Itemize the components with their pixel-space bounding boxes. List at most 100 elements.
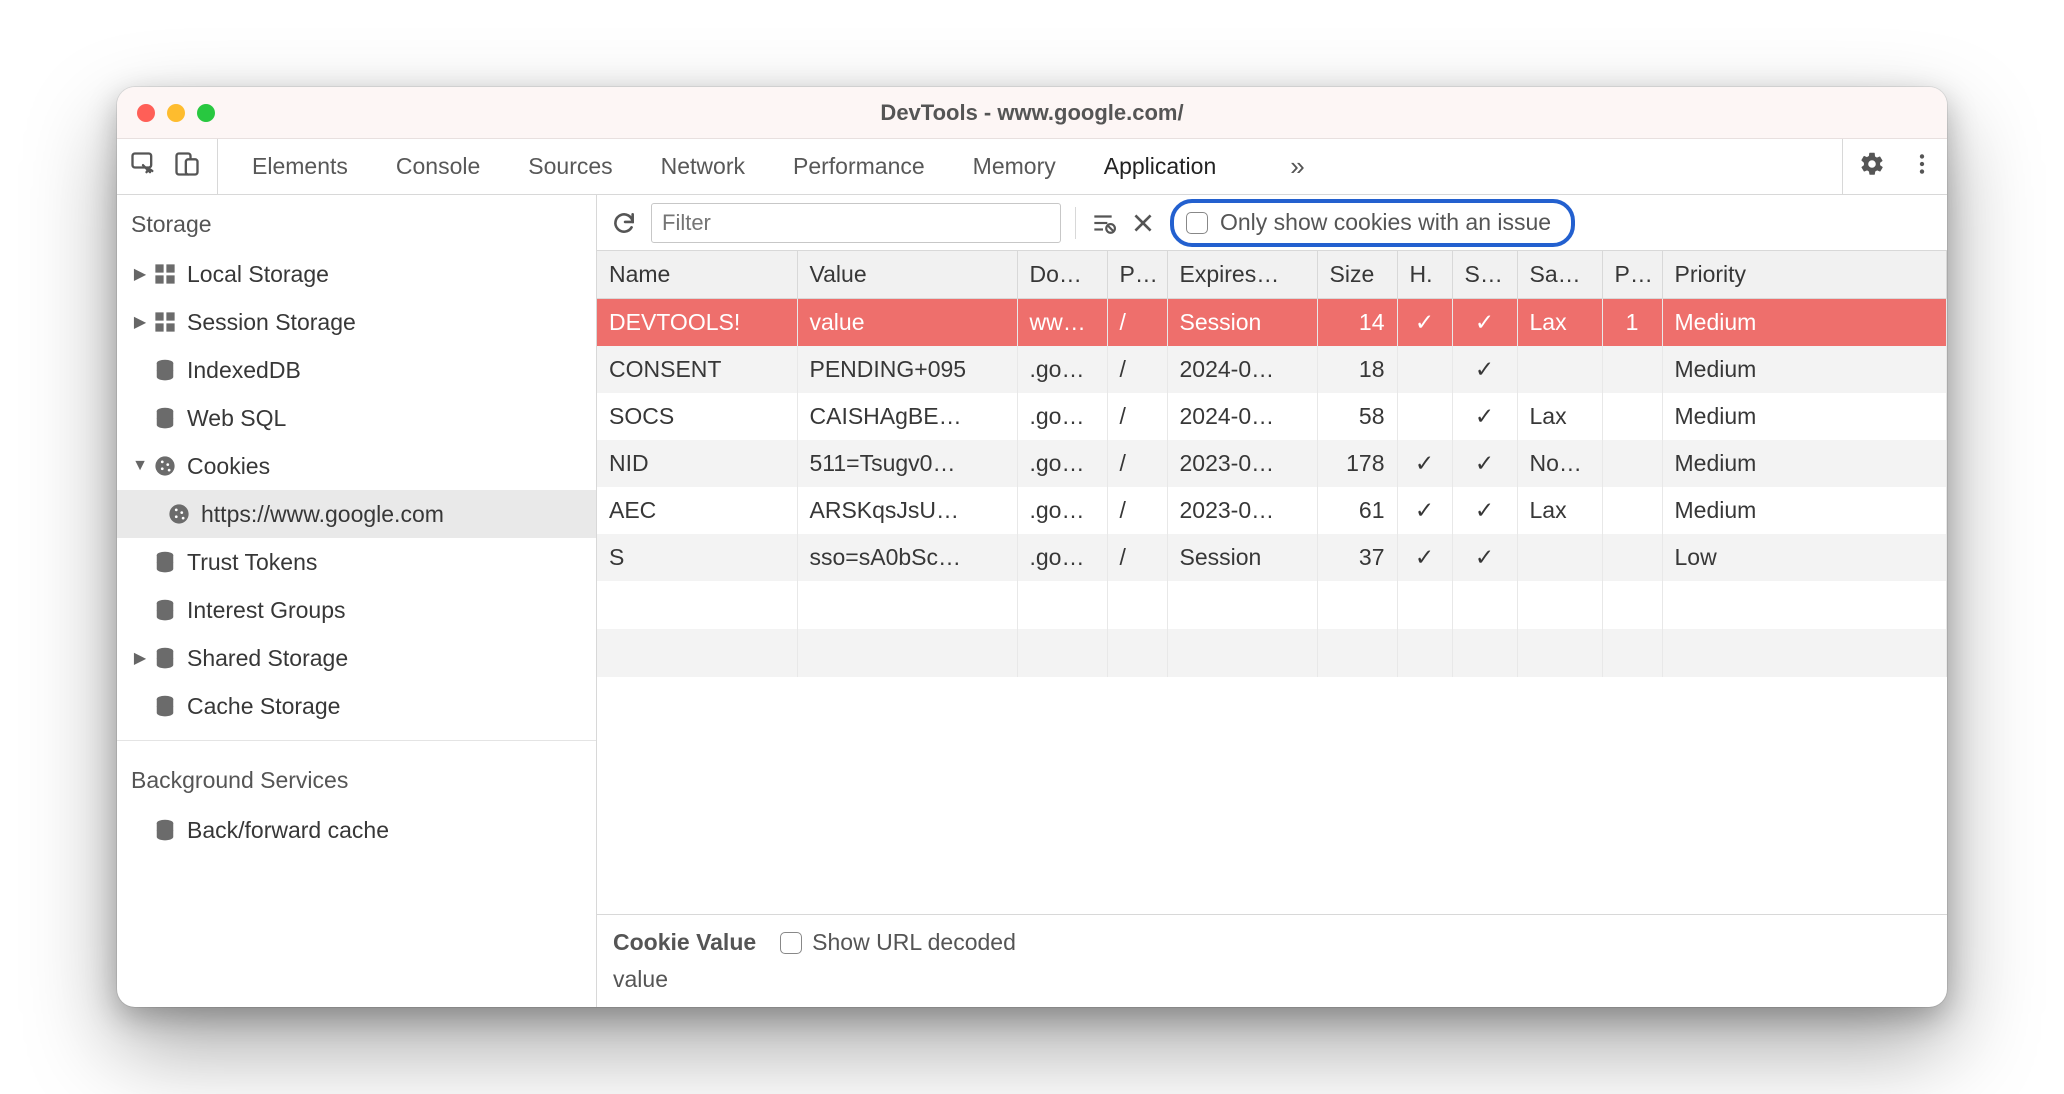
cell-priority: Medium <box>1662 487 1947 534</box>
cell-expires: Session <box>1167 299 1317 347</box>
more-menu-icon[interactable] <box>1909 151 1935 182</box>
col-expires[interactable]: Expires… <box>1167 251 1317 299</box>
chevron-right-icon: ▶ <box>131 312 149 332</box>
cell-size: 58 <box>1317 393 1397 440</box>
col-name[interactable]: Name <box>597 251 797 299</box>
cell-size: 37 <box>1317 534 1397 581</box>
cell-value: PENDING+095 <box>797 346 1017 393</box>
sidebar-item-label: IndexedDB <box>187 357 301 384</box>
tab-performance[interactable]: Performance <box>789 153 929 180</box>
sidebar-item-session-storage[interactable]: ▶ Session Storage <box>117 298 596 346</box>
table-row[interactable]: Ssso=sA0bSc….go…/Session37✓✓Low <box>597 534 1947 581</box>
cell-httponly <box>1397 346 1452 393</box>
cell-samesite: Lax <box>1517 487 1602 534</box>
tab-sources[interactable]: Sources <box>524 153 616 180</box>
sidebar-item-shared-storage[interactable]: ▶ Shared Storage <box>117 634 596 682</box>
cell-name: DEVTOOLS! <box>597 299 797 347</box>
col-secure[interactable]: S… <box>1452 251 1517 299</box>
sidebar-item-label: Session Storage <box>187 309 356 336</box>
cookie-detail-panel: Cookie Value Show URL decoded value <box>597 914 1947 1007</box>
cell-name: S <box>597 534 797 581</box>
sidebar-item-interest-groups[interactable]: Interest Groups <box>117 586 596 634</box>
database-icon <box>153 406 177 430</box>
only-issues-label: Only show cookies with an issue <box>1220 209 1551 236</box>
table-row[interactable]: SOCSCAISHAgBE….go…/2024-0…58✓LaxMedium <box>597 393 1947 440</box>
col-value[interactable]: Value <box>797 251 1017 299</box>
sidebar-item-label: https://www.google.com <box>201 501 444 528</box>
grid-icon <box>153 310 177 334</box>
clear-all-button[interactable] <box>1090 210 1116 236</box>
show-url-decoded-checkbox[interactable] <box>780 932 802 954</box>
cell-path: / <box>1107 487 1167 534</box>
cell-priority: Medium <box>1662 440 1947 487</box>
cell-value: CAISHAgBE… <box>797 393 1017 440</box>
cell-samesite <box>1517 534 1602 581</box>
col-priority[interactable]: Priority <box>1662 251 1947 299</box>
sidebar-item-cookie-origin[interactable]: https://www.google.com <box>117 490 596 538</box>
sidebar-item-label: Local Storage <box>187 261 329 288</box>
cookie-icon <box>153 454 177 478</box>
table-row-empty <box>597 581 1947 629</box>
only-issues-checkbox[interactable] <box>1186 212 1208 234</box>
only-issues-highlight: Only show cookies with an issue <box>1170 199 1575 247</box>
col-party[interactable]: P… <box>1602 251 1662 299</box>
refresh-button[interactable] <box>611 210 637 236</box>
tab-network[interactable]: Network <box>657 153 749 180</box>
settings-icon[interactable] <box>1859 151 1885 182</box>
delete-selected-button[interactable] <box>1130 210 1156 236</box>
sidebar-item-indexeddb[interactable]: IndexedDB <box>117 346 596 394</box>
cell-samesite <box>1517 346 1602 393</box>
table-row[interactable]: NID511=Tsugv0….go…/2023-0…178✓✓No…Medium <box>597 440 1947 487</box>
col-path[interactable]: P… <box>1107 251 1167 299</box>
sidebar-item-trust-tokens[interactable]: Trust Tokens <box>117 538 596 586</box>
cell-expires: Session <box>1167 534 1317 581</box>
sidebar-item-bfcache[interactable]: Back/forward cache <box>117 806 596 854</box>
cell-domain: .go… <box>1017 534 1107 581</box>
cell-size: 18 <box>1317 346 1397 393</box>
tabs-overflow-button[interactable]: » <box>1290 151 1304 182</box>
table-row[interactable]: CONSENTPENDING+095.go…/2024-0…18✓Medium <box>597 346 1947 393</box>
cell-samesite: Lax <box>1517 393 1602 440</box>
main-panel: Only show cookies with an issue Name Val… <box>597 195 1947 1007</box>
maximize-window-button[interactable] <box>197 104 215 122</box>
table-row[interactable]: DEVTOOLS!valueww…/Session14✓✓Lax1Medium <box>597 299 1947 347</box>
close-window-button[interactable] <box>137 104 155 122</box>
devtools-window: DevTools - www.google.com/ Elements Cons… <box>117 87 1947 1007</box>
table-row[interactable]: AECARSKqsJsU….go…/2023-0…61✓✓LaxMedium <box>597 487 1947 534</box>
tab-memory[interactable]: Memory <box>969 153 1060 180</box>
filter-input[interactable] <box>651 203 1061 243</box>
tab-elements[interactable]: Elements <box>248 153 352 180</box>
chevron-right-icon: ▶ <box>131 648 149 668</box>
cookie-value-title: Cookie Value <box>613 929 756 956</box>
tab-application[interactable]: Application <box>1100 153 1221 180</box>
cell-secure: ✓ <box>1452 534 1517 581</box>
cell-expires: 2024-0… <box>1167 346 1317 393</box>
col-domain[interactable]: Do… <box>1017 251 1107 299</box>
cell-secure: ✓ <box>1452 393 1517 440</box>
sidebar-item-label: Cache Storage <box>187 693 340 720</box>
cookies-table-wrap[interactable]: Name Value Do… P… Expires… Size H. S… Sa… <box>597 251 1947 914</box>
sidebar-item-cache-storage[interactable]: Cache Storage <box>117 682 596 730</box>
show-url-decoded-label: Show URL decoded <box>812 929 1016 956</box>
sidebar-item-local-storage[interactable]: ▶ Local Storage <box>117 250 596 298</box>
tab-console[interactable]: Console <box>392 153 484 180</box>
cell-httponly: ✓ <box>1397 487 1452 534</box>
cell-domain: .go… <box>1017 487 1107 534</box>
cell-samesite: Lax <box>1517 299 1602 347</box>
sidebar-item-label: Cookies <box>187 453 270 480</box>
sidebar-item-label: Back/forward cache <box>187 817 389 844</box>
col-size[interactable]: Size <box>1317 251 1397 299</box>
minimize-window-button[interactable] <box>167 104 185 122</box>
sidebar-item-web-sql[interactable]: Web SQL <box>117 394 596 442</box>
sidebar-item-cookies[interactable]: ▼ Cookies <box>117 442 596 490</box>
col-samesite[interactable]: Sa… <box>1517 251 1602 299</box>
inspect-icon[interactable] <box>129 150 157 183</box>
traffic-lights <box>137 104 215 122</box>
col-httponly[interactable]: H. <box>1397 251 1452 299</box>
sidebar-item-label: Shared Storage <box>187 645 348 672</box>
cell-httponly: ✓ <box>1397 299 1452 347</box>
cell-party <box>1602 393 1662 440</box>
table-row-empty <box>597 629 1947 677</box>
device-toggle-icon[interactable] <box>173 150 201 183</box>
cell-value: 511=Tsugv0… <box>797 440 1017 487</box>
